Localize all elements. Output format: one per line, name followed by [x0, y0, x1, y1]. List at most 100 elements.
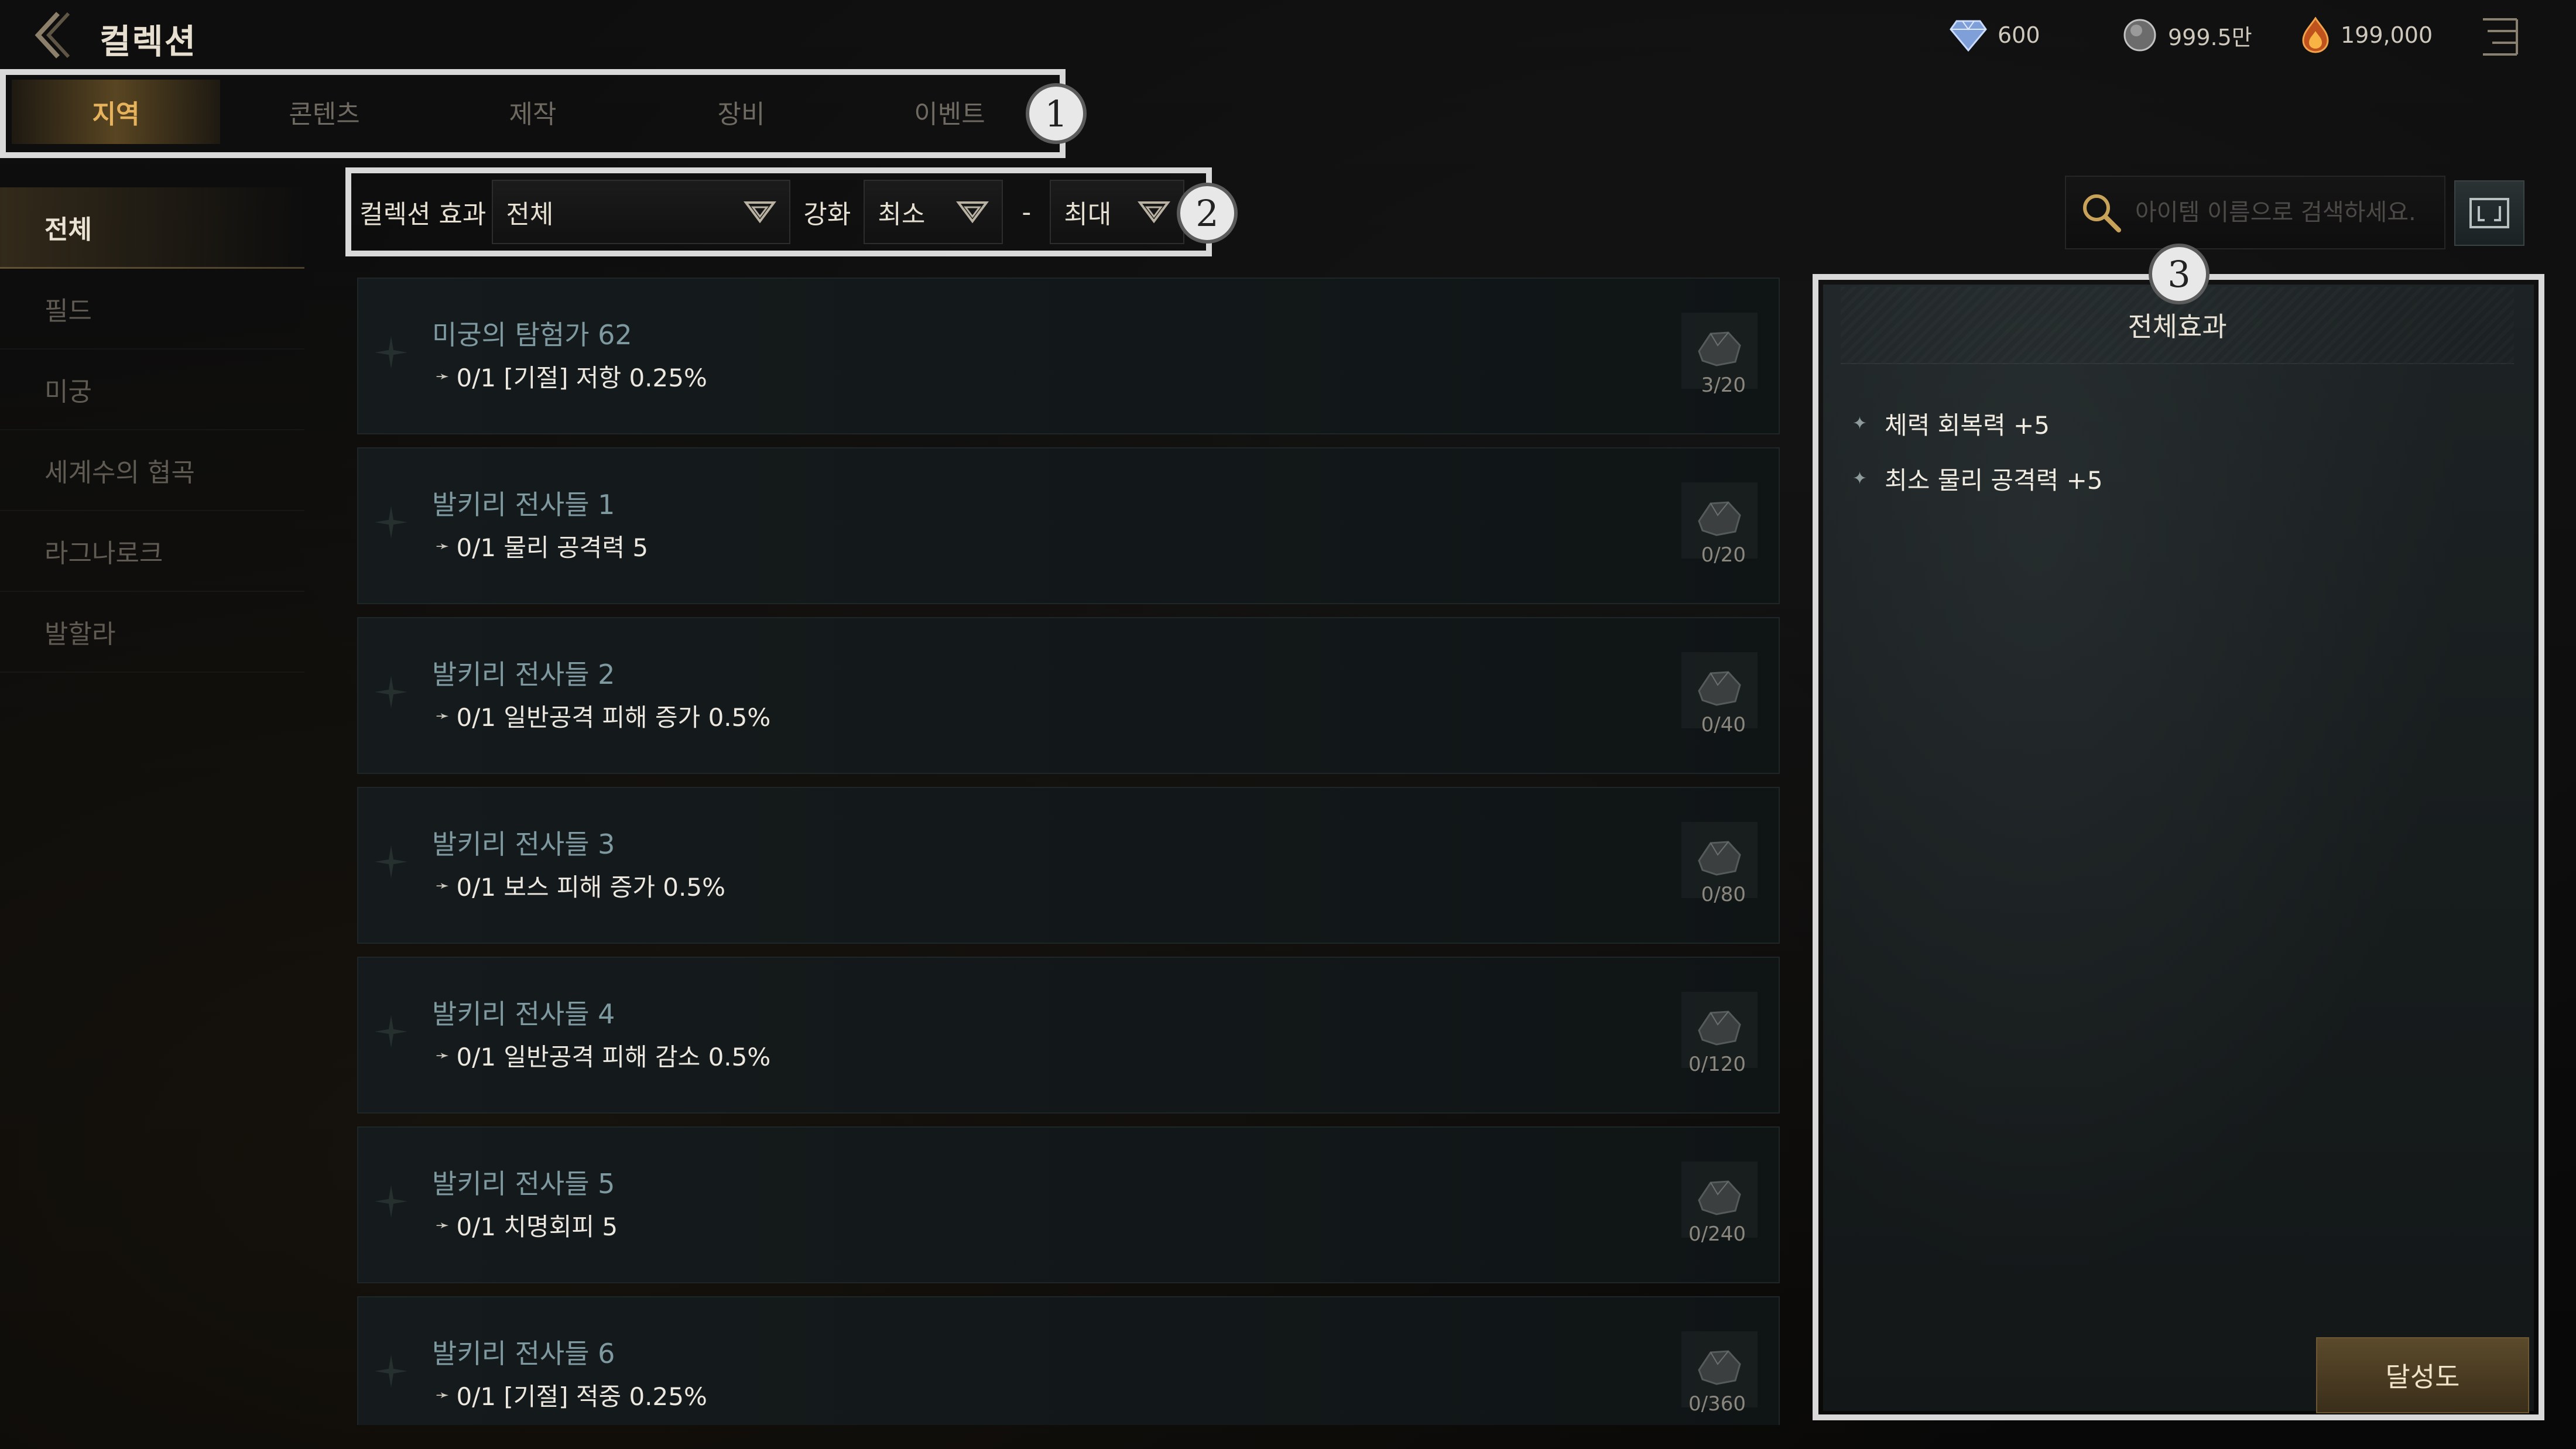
- tab-equipment[interactable]: 장비: [637, 80, 845, 144]
- collection-name: 발키리 전사들 2: [432, 659, 615, 690]
- effect-item: ✦ 최소 물리 공격력 +5: [1852, 451, 2103, 506]
- bullet-arrow-icon: ➛: [436, 876, 450, 895]
- collection-row[interactable]: 발키리 전사들 3 ➛ 0/1 보스 피해 증가 0.5% 0/80: [357, 787, 1780, 944]
- annotation-badge-1: 1: [1026, 83, 1087, 144]
- collection-row[interactable]: 발키리 전사들 4 ➛ 0/1 일반공격 피해 감소 0.5% 0/120: [357, 957, 1780, 1114]
- enhance-max-value: 최대: [1064, 200, 1112, 229]
- collection-effect: ➛ 0/1 [기절] 적중 0.25%: [436, 1377, 707, 1413]
- ore-material-icon: [1698, 1350, 1741, 1385]
- bullet-arrow-icon: ➛: [436, 706, 450, 725]
- collection-effect-text: 0/1 치명회피 5: [456, 1212, 618, 1241]
- collection-effect-dropdown[interactable]: 전체: [492, 180, 791, 244]
- menu-button[interactable]: [2476, 11, 2523, 63]
- enhance-min-dropdown[interactable]: 최소: [864, 180, 1003, 244]
- ore-material-icon: [1698, 501, 1741, 536]
- annotation-badge-2: 2: [1177, 183, 1238, 244]
- ore-material-icon: [1698, 1010, 1741, 1046]
- tab-region[interactable]: 지역: [12, 79, 220, 144]
- achievement-button[interactable]: 달성도: [2316, 1337, 2529, 1413]
- effect-item: ✦ 체력 회복력 +5: [1852, 396, 2103, 451]
- collection-row[interactable]: 미궁의 탐험가 62 ➛ 0/1 [기절] 저항 0.25% 3/20: [357, 278, 1780, 434]
- currency-red-gem: 199,000: [2301, 17, 2433, 53]
- ore-material-icon: [1698, 1180, 1741, 1215]
- red-fire-gem-icon: [2302, 17, 2329, 53]
- tab-crafting[interactable]: 제작: [429, 80, 637, 144]
- collection-name: 발키리 전사들 3: [432, 828, 615, 860]
- compass-star-icon: [375, 676, 407, 708]
- bullet-arrow-icon: ➛: [436, 536, 450, 556]
- range-separator: -: [1022, 197, 1032, 227]
- bullet-arrow-icon: ➛: [436, 366, 450, 386]
- collection-row[interactable]: 발키리 전사들 6 ➛ 0/1 [기절] 적중 0.25% 0/360: [357, 1296, 1780, 1425]
- tab-contents[interactable]: 콘텐츠: [220, 80, 429, 144]
- sidebar-item-world-tree-canyon[interactable]: 세계수의 협곡: [0, 430, 304, 511]
- search-icon: [2083, 194, 2121, 232]
- currency-silver: 999.5만: [2122, 18, 2252, 53]
- collection-name: 발키리 전사들 6: [432, 1338, 615, 1369]
- collection-effect-text: 0/1 [기절] 적중 0.25%: [456, 1382, 707, 1411]
- back-chevron-icon: [35, 12, 70, 59]
- enhance-label: 강화: [803, 200, 851, 229]
- bullet-arrow-icon: ➛: [436, 1385, 450, 1405]
- enhance-min-value: 최소: [878, 200, 926, 229]
- total-effect-panel: 전체효과 ✦ 체력 회복력 +5 ✦ 최소 물리 공격력 +5 달성도: [1823, 285, 2534, 1413]
- collection-effect-text: 0/1 [기절] 저항 0.25%: [456, 364, 707, 392]
- sidebar-item-valhalla[interactable]: 발할라: [0, 592, 304, 673]
- back-button[interactable]: [23, 6, 76, 64]
- diamond-gem-icon: [1950, 20, 1987, 52]
- compass-star-icon: [375, 1355, 407, 1388]
- collection-effect: ➛ 0/1 [기절] 저항 0.25%: [436, 358, 707, 394]
- collection-row[interactable]: 발키리 전사들 5 ➛ 0/1 치명회피 5 0/240: [357, 1126, 1780, 1283]
- category-tabs: 지역 콘텐츠 제작 장비 이벤트: [12, 75, 1054, 148]
- collection-effect: ➛ 0/1 치명회피 5: [436, 1207, 618, 1243]
- expand-frame-icon: [2469, 198, 2509, 228]
- effect-text: 체력 회복력 +5: [1885, 410, 2050, 440]
- collection-name: 발키리 전사들 1: [432, 489, 615, 520]
- ore-material-icon: [1698, 841, 1741, 876]
- tab-event[interactable]: 이벤트: [845, 80, 1054, 144]
- sidebar-item-field[interactable]: 필드: [0, 269, 304, 350]
- collection-effect-text: 0/1 물리 공격력 5: [456, 533, 649, 562]
- currency-diamond: 600: [1950, 18, 2040, 53]
- effect-text: 최소 물리 공격력 +5: [1885, 465, 2103, 495]
- dropdown-triangle-icon: [1138, 201, 1171, 224]
- bullet-arrow-icon: ➛: [436, 1046, 450, 1065]
- silver-coin-icon: [2123, 19, 2156, 52]
- sidebar-item-labyrinth[interactable]: 미궁: [0, 350, 304, 430]
- search-input[interactable]: [2134, 198, 2441, 227]
- ore-material-icon: [1698, 331, 1741, 366]
- expand-view-button[interactable]: [2454, 180, 2524, 246]
- collection-count: 0/80: [1701, 883, 1746, 906]
- annotation-badge-3: 3: [2149, 244, 2210, 304]
- sparkle-icon: ✦: [1852, 468, 1868, 489]
- collection-effect-value: 전체: [506, 200, 554, 229]
- collection-name: 발키리 전사들 5: [432, 1168, 615, 1200]
- compass-star-icon: [375, 845, 407, 878]
- dropdown-triangle-icon: [956, 201, 989, 224]
- collection-effect-text: 0/1 보스 피해 증가 0.5%: [456, 873, 726, 902]
- collection-row[interactable]: 발키리 전사들 2 ➛ 0/1 일반공격 피해 증가 0.5% 0/40: [357, 617, 1780, 774]
- collection-effect: ➛ 0/1 일반공격 피해 감소 0.5%: [436, 1037, 770, 1073]
- bullet-arrow-icon: ➛: [436, 1215, 450, 1235]
- red-gem-amount: 199,000: [2341, 22, 2433, 48]
- dropdown-triangle-icon: [744, 201, 777, 224]
- collection-count: 0/240: [1688, 1222, 1746, 1246]
- collection-name: 발키리 전사들 4: [432, 998, 615, 1030]
- compass-star-icon: [375, 506, 407, 539]
- collection-effect-label: 컬렉션 효과: [359, 200, 487, 229]
- region-sidebar: 전체 필드 미궁 세계수의 협곡 라그나로크 발할라: [0, 187, 304, 673]
- top-bar: 컬렉션 600 999.5만 199,000: [0, 0, 2576, 70]
- collection-row[interactable]: 발키리 전사들 1 ➛ 0/1 물리 공격력 5 0/20: [357, 447, 1780, 604]
- ore-material-icon: [1698, 671, 1741, 706]
- enhance-max-dropdown[interactable]: 최대: [1050, 180, 1185, 244]
- collection-effect: ➛ 0/1 물리 공격력 5: [436, 528, 648, 564]
- sidebar-item-all[interactable]: 전체: [0, 187, 304, 269]
- compass-star-icon: [375, 1015, 407, 1048]
- silver-amount: 999.5만: [2168, 24, 2252, 50]
- compass-star-icon: [375, 336, 407, 369]
- collection-count: 3/20: [1701, 374, 1746, 397]
- collection-effect: ➛ 0/1 보스 피해 증가 0.5%: [436, 868, 725, 903]
- collection-count: 0/120: [1688, 1053, 1746, 1076]
- collection-list[interactable]: 미궁의 탐험가 62 ➛ 0/1 [기절] 저항 0.25% 3/20 발키리 전사들 …: [357, 278, 1780, 1425]
- sidebar-item-ragnarok[interactable]: 라그나로크: [0, 511, 304, 592]
